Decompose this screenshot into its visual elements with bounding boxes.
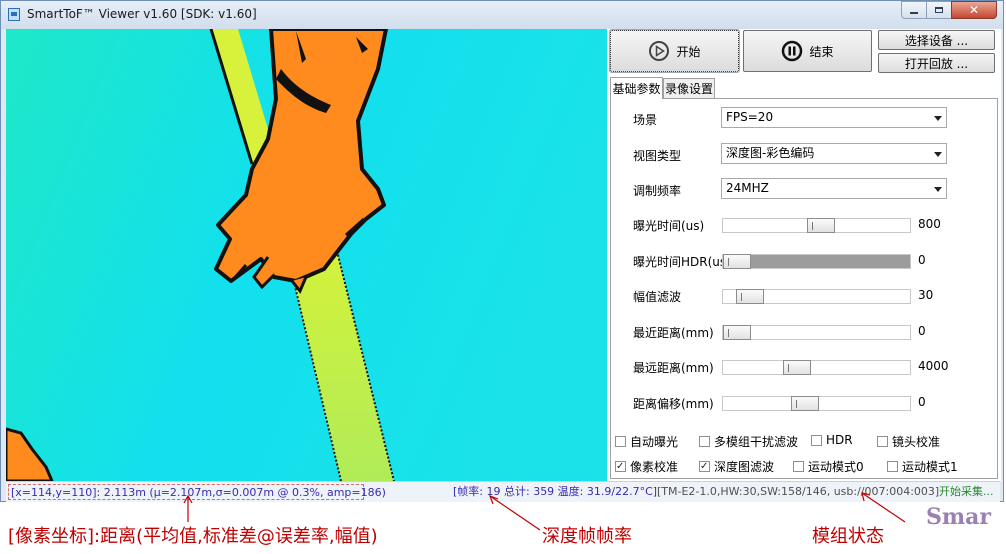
min-distance-value: 0 <box>918 323 926 338</box>
module-annotation: 模组状态 <box>812 526 884 547</box>
checkbox-box <box>699 436 710 447</box>
slider-thumb[interactable] <box>783 360 811 376</box>
view-type-label: 视图类型 <box>633 149 682 163</box>
exposure-time-hdr-slider[interactable] <box>722 253 911 269</box>
auto-exposure-checkbox[interactable]: 自动曝光 <box>615 433 678 450</box>
checkbox-box <box>887 461 898 472</box>
min-distance-label: 最近距离(mm) <box>633 325 714 340</box>
amplitude-filter-slider[interactable] <box>722 289 911 305</box>
depth-filter-label: 深度图滤波 <box>714 460 775 474</box>
view-type-dropdown[interactable]: 深度图-彩色编码 <box>721 143 947 164</box>
depth-filter-checkbox[interactable]: 深度图滤波 <box>699 458 774 475</box>
fps-status: [帧率: 19 总计: 359 温度: 31.9/22.7°C] <box>453 485 658 498</box>
lens-calibration-checkbox[interactable]: 镜头校准 <box>877 433 940 450</box>
motion-mode-0-checkbox[interactable]: 运动模式0 <box>793 458 864 475</box>
select-device-button[interactable]: 选择设备 ... <box>878 30 995 50</box>
start-button[interactable]: 开始 <box>609 29 740 73</box>
motion-mode-1-label: 运动模式1 <box>902 460 958 474</box>
distance-offset-label: 距离偏移(mm) <box>633 397 714 411</box>
control-panel: 开始 结束 选择设备 ... 打开回放 ... 基础参数 录像设置 场景 FPS… <box>607 29 1001 481</box>
checkbox-box <box>699 461 710 472</box>
maximize-button[interactable] <box>926 1 952 19</box>
play-icon <box>649 41 670 61</box>
module-status: [TM-E2-1.0,HW:30,SW:158/146, usb://007:0… <box>657 485 940 498</box>
exposure-time-hdr-label: 曝光时间HDR(us) <box>633 254 731 269</box>
watermark: Smar <box>926 504 992 530</box>
title-bar[interactable]: SmartToF™ Viewer v1.60 [SDK: v1.60] ✕ <box>1 1 1003 29</box>
pixel-info-annotation: [像素坐标]:距离(平均值,标准差@误差率,幅值) <box>8 526 378 547</box>
stop-button[interactable]: 结束 <box>743 30 872 72</box>
checkbox-box <box>615 436 626 447</box>
max-distance-label: 最远距离(mm) <box>633 361 714 376</box>
status-bar: [x=114,y=110]: 2.113m (μ=2.107m,σ=0.007m… <box>6 481 1000 502</box>
scene-label: 场景 <box>633 113 658 127</box>
lens-calibration-label: 镜头校准 <box>892 435 941 449</box>
modulation-dropdown[interactable]: 24MHZ <box>721 178 947 199</box>
modulation-label: 调制频率 <box>633 184 682 198</box>
slider-thumb[interactable] <box>723 253 751 269</box>
chevron-down-icon <box>934 116 942 121</box>
min-distance-slider[interactable] <box>722 324 911 340</box>
motion-mode-1-checkbox[interactable]: 运动模式1 <box>887 458 958 475</box>
multi-module-filter-label: 多模组干扰滤波 <box>714 435 799 449</box>
app-logo-icon <box>8 8 20 21</box>
slider-thumb[interactable] <box>736 289 764 305</box>
pixel-info-status: [x=114,y=110]: 2.113m (μ=2.107m,σ=0.007m… <box>8 484 386 500</box>
pixel-calibration-label: 像素校准 <box>630 460 679 474</box>
slider-thumb[interactable] <box>791 396 819 411</box>
distance-offset-slider[interactable] <box>722 396 911 411</box>
app-window: SmartToF™ Viewer v1.60 [SDK: v1.60] ✕ 开始… <box>0 0 1004 502</box>
capture-status: 开始采集... <box>939 485 994 498</box>
exposure-time-slider[interactable] <box>722 218 911 233</box>
auto-exposure-label: 自动曝光 <box>630 435 679 449</box>
amplitude-filter-value: 30 <box>918 288 934 303</box>
max-distance-value: 4000 <box>918 359 949 374</box>
slider-thumb[interactable] <box>807 218 835 233</box>
close-icon: ✕ <box>968 3 980 17</box>
checkbox-box <box>793 461 804 472</box>
basic-params-panel: 场景 FPS=20 视图类型 深度图-彩色编码 调制频率 24MHZ 曝光时间(… <box>610 98 998 479</box>
hdr-label: HDR <box>826 433 853 447</box>
scene-dropdown[interactable]: FPS=20 <box>721 107 947 128</box>
tab-basic-params[interactable]: 基础参数 <box>610 77 663 99</box>
motion-mode-0-label: 运动模式0 <box>808 460 864 474</box>
scene-value: FPS=20 <box>726 110 774 124</box>
modulation-value: 24MHZ <box>726 181 769 195</box>
view-type-value: 深度图-彩色编码 <box>726 146 815 160</box>
open-playback-button[interactable]: 打开回放 ... <box>878 53 995 73</box>
slider-fill <box>735 254 910 268</box>
maximize-icon <box>935 7 943 13</box>
exposure-time-label: 曝光时间(us) <box>633 219 705 233</box>
pixel-calibration-checkbox[interactable]: 像素校准 <box>615 458 678 475</box>
exposure-time-hdr-value: 0 <box>918 252 926 267</box>
stop-label: 结束 <box>809 44 834 59</box>
minimize-button[interactable] <box>901 1 927 19</box>
close-button[interactable]: ✕ <box>951 1 997 19</box>
chevron-down-icon <box>934 152 942 157</box>
amplitude-filter-label: 幅值滤波 <box>633 290 682 305</box>
hdr-checkbox[interactable]: HDR <box>811 433 853 447</box>
checkbox-box <box>877 436 888 447</box>
exposure-time-value: 800 <box>918 217 941 231</box>
chevron-down-icon <box>934 187 942 192</box>
checkbox-box <box>615 461 626 472</box>
distance-offset-value: 0 <box>918 395 926 409</box>
fps-annotation: 深度帧帧率 <box>542 526 632 547</box>
slider-thumb[interactable] <box>723 324 751 340</box>
start-label: 开始 <box>676 44 701 59</box>
multi-module-filter-checkbox[interactable]: 多模组干扰滤波 <box>699 433 798 450</box>
tab-record-settings[interactable]: 录像设置 <box>663 78 715 98</box>
depth-colormap-image <box>6 29 607 481</box>
checkbox-box <box>811 434 822 446</box>
max-distance-slider[interactable] <box>722 360 911 376</box>
depth-image-view[interactable] <box>6 29 607 481</box>
minimize-icon <box>910 12 918 14</box>
window-title: SmartToF™ Viewer v1.60 [SDK: v1.60] <box>27 7 257 21</box>
pause-icon <box>782 40 803 62</box>
